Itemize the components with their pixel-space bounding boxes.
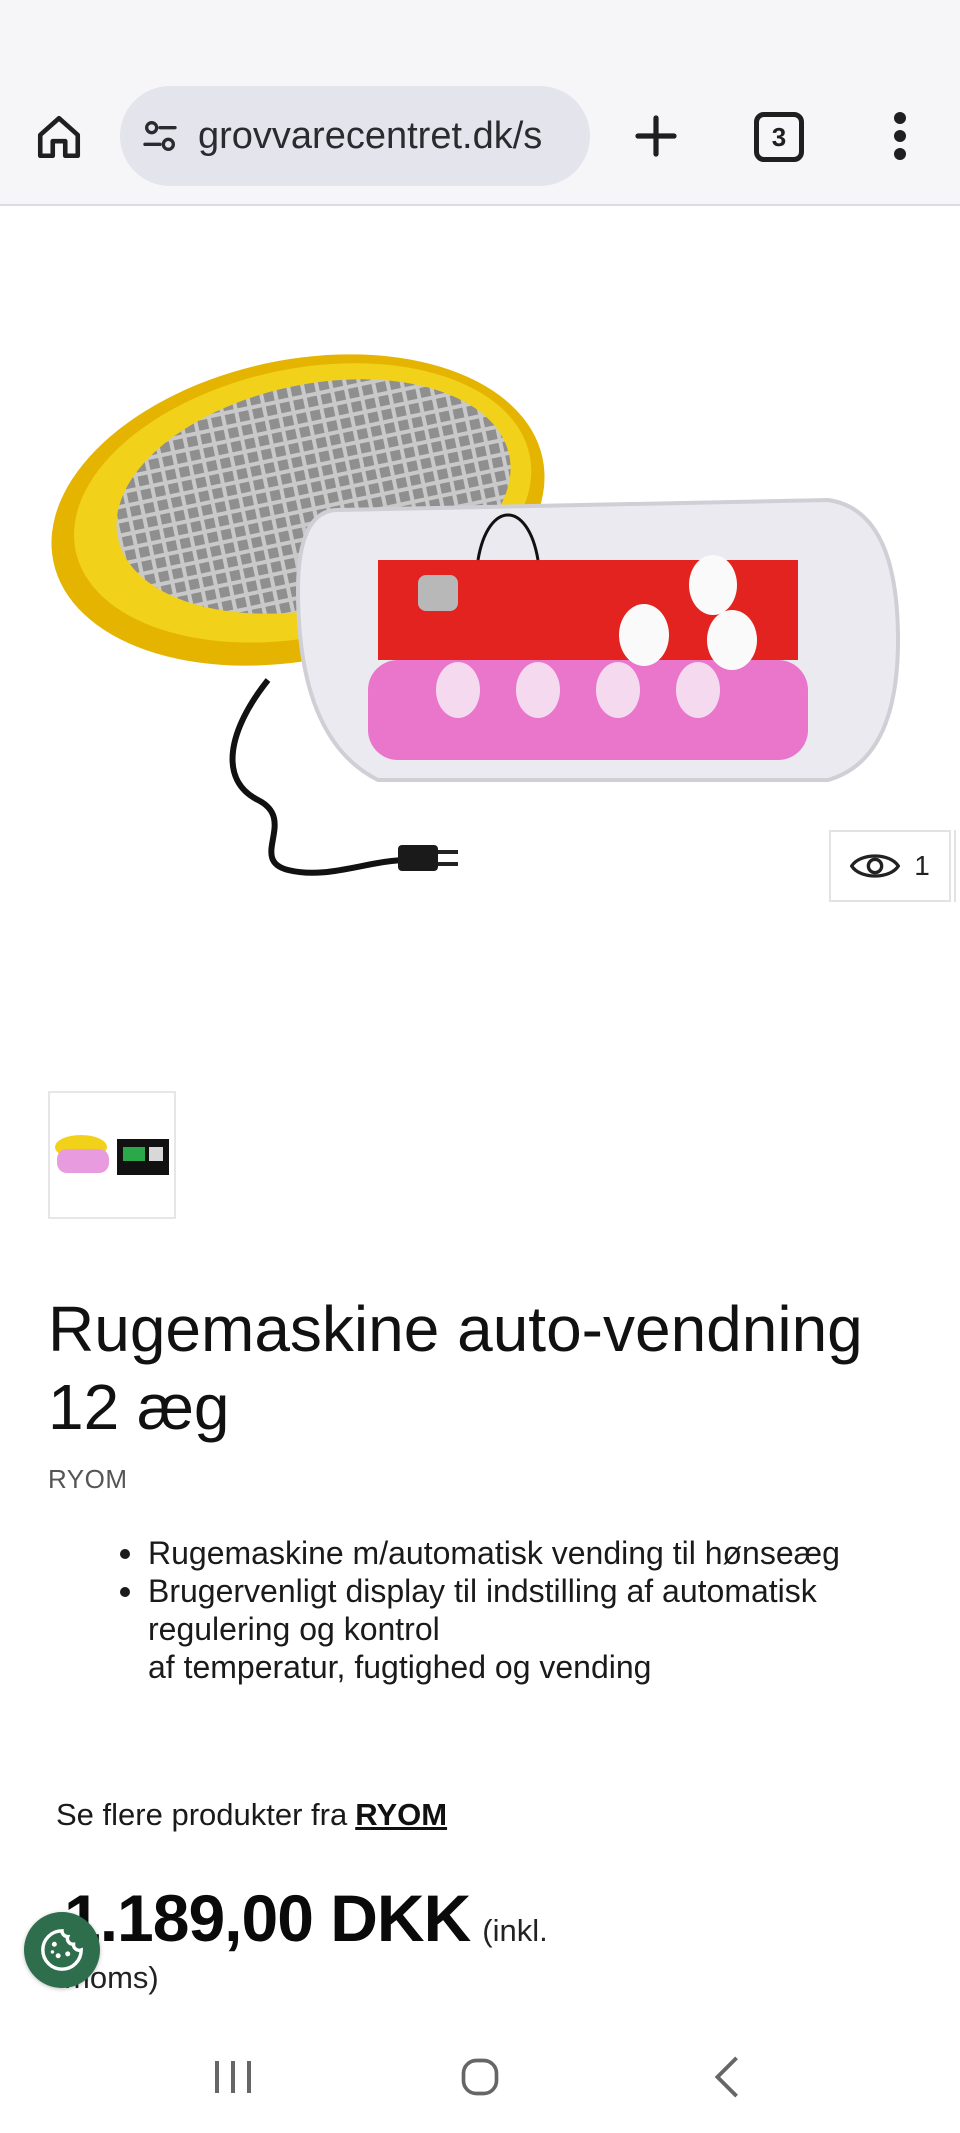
new-tab-button[interactable]	[624, 104, 688, 168]
product-main-image[interactable]	[48, 260, 908, 1020]
feature-text: Brugervenligt display til indstilling af…	[148, 1573, 817, 1685]
circle-home-icon	[461, 2058, 499, 2095]
product-thumbnail[interactable]	[48, 1091, 176, 1219]
back-icon	[714, 2055, 738, 2098]
eye-icon	[850, 854, 901, 878]
recents-icon	[215, 2060, 252, 2093]
view-count: 1	[914, 850, 930, 881]
feature-list: Rugemaskine m/automatisk vending til høn…	[120, 1534, 920, 1686]
next-badge-edge	[954, 830, 960, 902]
tab-count: 3	[771, 121, 787, 152]
price-block: 1.189,00 DKK (inkl. moms)	[64, 1880, 884, 1995]
system-navigation-bar	[0, 2020, 960, 2133]
more-vertical-icon	[894, 112, 906, 160]
home-button[interactable]	[30, 108, 88, 166]
product-brand: RYOM	[48, 1464, 128, 1494]
home-icon	[37, 115, 81, 159]
more-products-prefix: Se flere produkter fra	[56, 1797, 348, 1832]
address-bar[interactable]: grovvarecentret.dk/s	[120, 86, 590, 186]
tab-switcher-button[interactable]: 3	[754, 112, 804, 162]
brand-link[interactable]: RYOM	[355, 1797, 447, 1832]
incubator-base	[295, 497, 901, 782]
list-item: Brugervenligt display til indstilling af…	[120, 1572, 920, 1686]
recents-button[interactable]	[193, 2037, 273, 2117]
system-back-button[interactable]	[687, 2037, 767, 2117]
browser-toolbar: grovvarecentret.dk/s 3	[0, 68, 960, 206]
system-home-button[interactable]	[440, 2037, 520, 2117]
url-text[interactable]: grovvarecentret.dk/s	[198, 115, 542, 158]
cookie-icon	[41, 1929, 83, 1971]
product-price: 1.189,00 DKK	[64, 1881, 471, 1955]
price-vat-note: (inkl.	[482, 1913, 548, 1948]
list-item: Rugemaskine m/automatisk vending til høn…	[120, 1534, 920, 1572]
plus-icon	[635, 115, 677, 157]
browser-menu-button[interactable]	[880, 104, 920, 168]
view-count-badge: 1	[829, 830, 951, 902]
tune-icon[interactable]	[136, 112, 184, 160]
status-bar	[0, 0, 960, 68]
feature-text: Rugemaskine m/automatisk vending til høn…	[148, 1535, 840, 1571]
more-products-line: Se flere produkter fra RYOM	[56, 1797, 447, 1833]
product-title: Rugemaskine auto-vendning 12 æg	[48, 1293, 863, 1443]
cookie-settings-button[interactable]	[24, 1912, 100, 1988]
